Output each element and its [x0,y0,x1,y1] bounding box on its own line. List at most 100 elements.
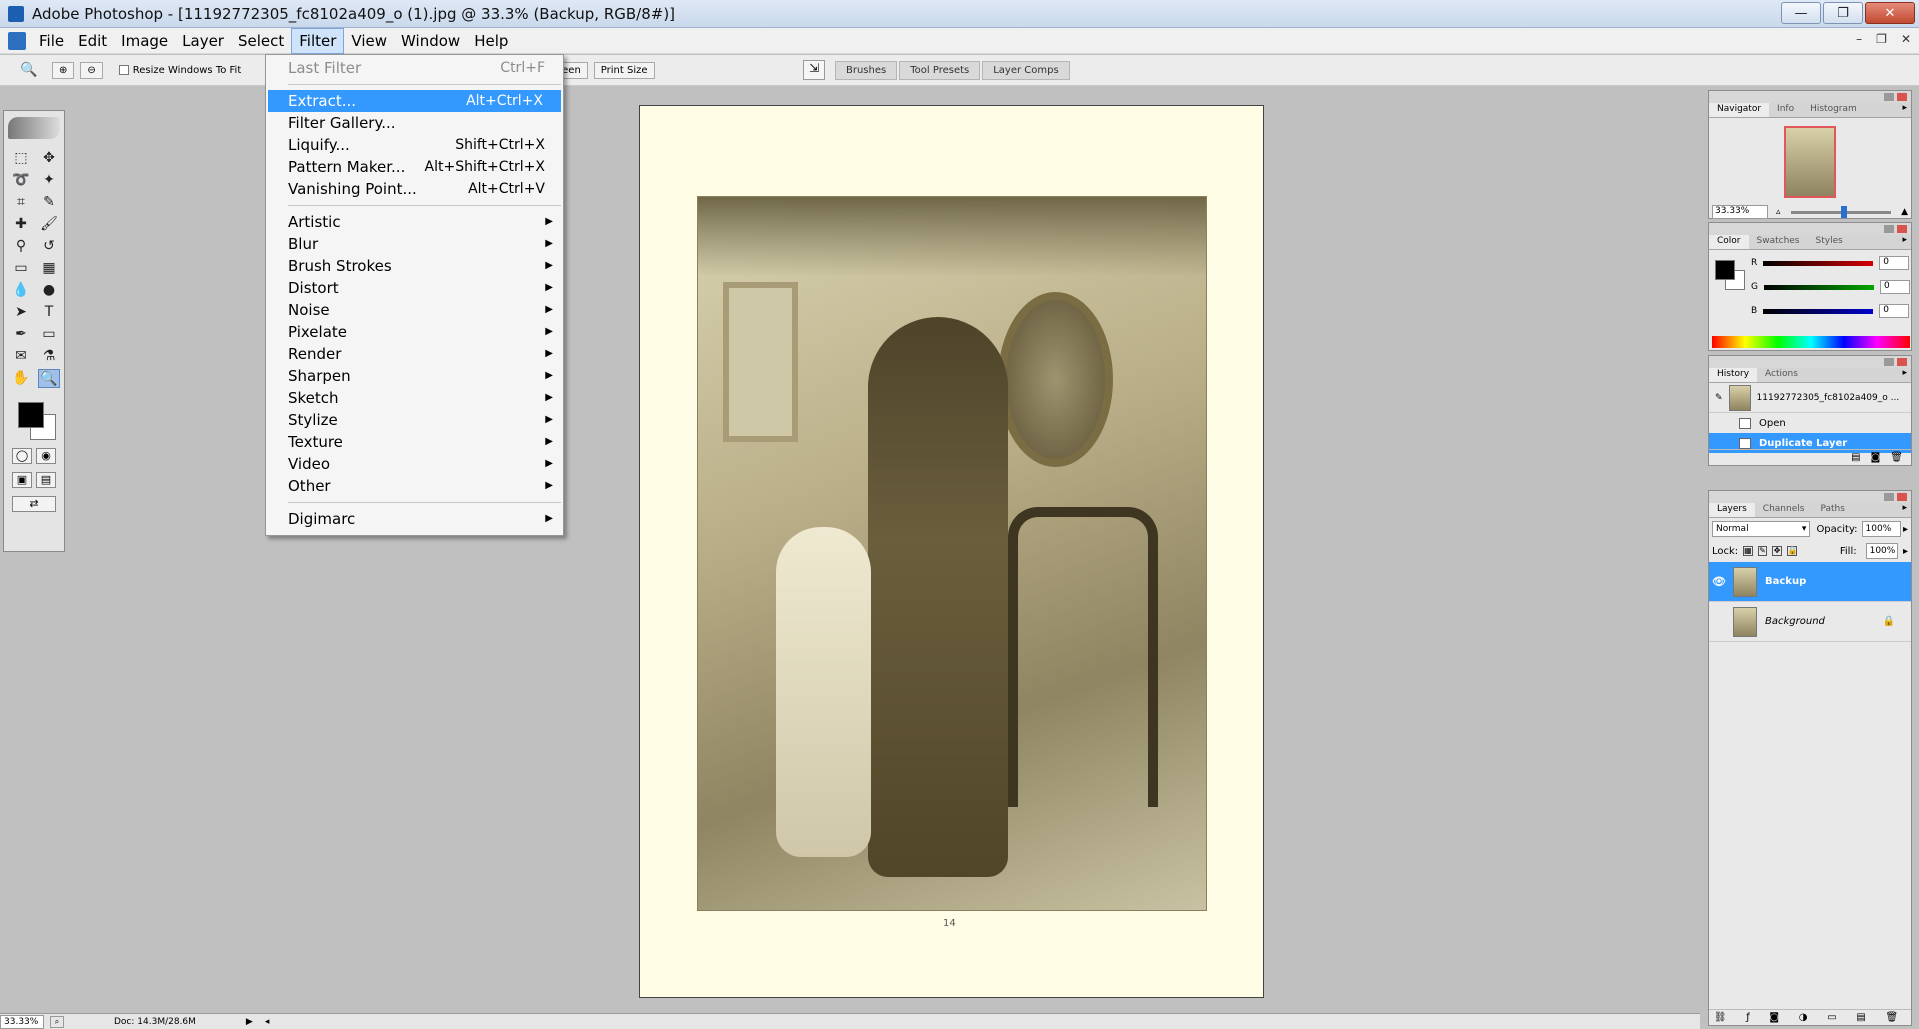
panel-close-icon[interactable] [1897,93,1907,101]
panel-menu-icon[interactable]: ▸ [1902,368,1911,382]
opacity-arrow-icon[interactable]: ▸ [1903,524,1908,535]
zoom-in-mountain-icon[interactable]: ▲ [1901,207,1908,217]
move-tool-icon[interactable]: ✥ [38,149,60,168]
opacity-field[interactable]: 100% [1861,521,1901,537]
add-mask-icon[interactable]: ◙ [1769,1012,1779,1023]
lock-image-icon[interactable]: ✎ [1757,546,1768,556]
status-zoom-field[interactable]: 33.33% [0,1014,44,1029]
panel-minimize-icon[interactable] [1884,493,1894,501]
panel-close-icon[interactable] [1897,358,1907,366]
quick-mask-mode-icon[interactable]: ◉ [36,448,56,464]
shape-tool-icon[interactable]: ▭ [38,325,60,344]
type-tool-icon[interactable]: T [38,303,60,322]
panel-close-icon[interactable] [1897,493,1907,501]
feather-logo[interactable] [8,117,60,139]
delete-state-icon[interactable]: 🗑 [1890,452,1903,463]
document-canvas[interactable]: 14 [639,105,1264,998]
history-brush-tool-icon[interactable]: ↺ [38,237,60,256]
slider-knob[interactable] [1840,205,1847,218]
menu-item-video[interactable]: Video ▶ [266,453,563,475]
blend-mode-select[interactable]: Normal [1712,521,1811,537]
panel-menu-icon[interactable]: ▸ [1902,503,1911,517]
menu-item-noise[interactable]: Noise ▶ [266,299,563,321]
panel-close-icon[interactable] [1897,225,1907,233]
tab-history[interactable]: History [1709,368,1758,382]
menu-file[interactable]: File [32,29,71,53]
menu-image[interactable]: Image [114,29,175,53]
tab-tool-presets[interactable]: Tool Presets [899,60,981,80]
jump-to-imageready-icon[interactable]: ⇄ [12,496,56,512]
eye-icon[interactable]: 👁 [1709,575,1729,588]
tab-layer-comps[interactable]: Layer Comps [982,60,1070,80]
zoom-tool-icon[interactable]: 🔍 [38,369,60,388]
green-slider[interactable] [1763,284,1874,290]
navigator-zoom-slider[interactable] [1790,205,1892,218]
menu-window[interactable]: Window [394,29,467,53]
panel-minimize-icon[interactable] [1884,93,1894,101]
doc-close-button[interactable]: ✕ [1901,32,1911,46]
menu-item-vanishing-point[interactable]: Vanishing Point... Alt+Ctrl+V [266,178,563,200]
fill-arrow-icon[interactable]: ▸ [1903,546,1908,557]
red-value-field[interactable]: 0 [1879,256,1910,270]
slice-tool-icon[interactable]: ✎ [38,193,60,212]
panel-menu-icon[interactable]: ▸ [1902,235,1911,249]
tab-actions[interactable]: Actions [1757,368,1806,382]
menu-item-pixelate[interactable]: Pixelate ▶ [266,321,563,343]
layer-row-backup[interactable]: 👁 Backup [1709,562,1911,602]
menu-item-stylize[interactable]: Stylize ▶ [266,409,563,431]
status-menu-arrow-icon[interactable]: ▶ [246,1017,253,1027]
clone-stamp-tool-icon[interactable]: ⚲ [10,237,32,256]
tab-color[interactable]: Color [1709,235,1749,249]
new-document-from-state-icon[interactable]: ▤ [1851,452,1860,463]
tab-histogram[interactable]: Histogram [1802,103,1865,117]
menu-item-distort[interactable]: Distort ▶ [266,277,563,299]
panel-menu-icon[interactable]: ▸ [1902,103,1911,117]
zoom-out-icon[interactable]: ⊖ [80,61,103,79]
lock-all-icon[interactable]: 🔒 [1786,546,1798,556]
menu-filter[interactable]: Filter [291,27,345,54]
tab-styles[interactable]: Styles [1808,235,1851,249]
tab-channels[interactable]: Channels [1755,503,1813,517]
status-info-icon[interactable]: ⌕ [50,1015,64,1028]
tab-info[interactable]: Info [1769,103,1802,117]
tab-layers[interactable]: Layers [1709,503,1755,517]
new-snapshot-icon[interactable]: ◙ [1871,452,1881,463]
panel-minimize-icon[interactable] [1884,358,1894,366]
full-screen-menu-mode-icon[interactable]: ▤ [36,472,56,488]
foreground-color-swatch[interactable] [1715,260,1735,280]
path-selection-tool-icon[interactable]: ➤ [10,303,32,322]
standard-screen-mode-icon[interactable]: ▣ [12,472,32,488]
notes-tool-icon[interactable]: ✉ [10,347,32,366]
document-icon[interactable] [8,31,26,50]
menu-item-pattern-maker[interactable]: Pattern Maker... Alt+Shift+Ctrl+X [266,156,563,178]
lock-transparency-icon[interactable]: ▦ [1743,546,1753,556]
menu-item-extract[interactable]: Extract... Alt+Ctrl+X [268,90,561,112]
layer-row-background[interactable]: Background 🔒 [1709,602,1911,642]
navigator-thumbnail[interactable] [1784,126,1836,198]
dodge-tool-icon[interactable]: ● [38,281,60,300]
doc-restore-button[interactable]: ❐ [1876,32,1887,46]
blue-value-field[interactable]: 0 [1879,304,1910,318]
new-group-icon[interactable]: ▭ [1827,1012,1836,1023]
brush-tool-icon[interactable]: 🖌 [38,215,60,234]
tab-brushes[interactable]: Brushes [835,60,898,80]
history-snapshot[interactable]: ✎ 11192772305_fc8102a409_o ... [1709,383,1911,413]
tab-navigator[interactable]: Navigator [1709,103,1770,117]
pen-tool-icon[interactable]: ✒ [10,325,32,344]
delete-layer-icon[interactable]: 🗑 [1885,1012,1898,1023]
new-layer-icon[interactable]: ▤ [1856,1012,1865,1023]
color-spectrum-ramp[interactable] [1712,336,1910,348]
checkbox-box[interactable] [118,65,129,75]
menu-item-liquify[interactable]: Liquify... Shift+Ctrl+X [266,134,563,156]
menu-item-digimarc[interactable]: Digimarc ▶ [266,508,563,530]
close-button[interactable]: ✕ [1865,2,1915,24]
menu-item-sharpen[interactable]: Sharpen ▶ [266,365,563,387]
menu-select[interactable]: Select [231,29,291,53]
fill-field[interactable]: 100% [1865,543,1898,559]
palette-well-icon[interactable]: ⇲ [803,60,825,80]
menu-item-other[interactable]: Other ▶ [266,475,563,497]
menu-layer[interactable]: Layer [175,29,231,53]
resize-windows-checkbox[interactable]: Resize Windows To Fit [118,65,241,76]
zoom-in-icon[interactable]: ⊕ [52,61,75,79]
history-brush-source-icon[interactable]: ✎ [1715,393,1723,403]
